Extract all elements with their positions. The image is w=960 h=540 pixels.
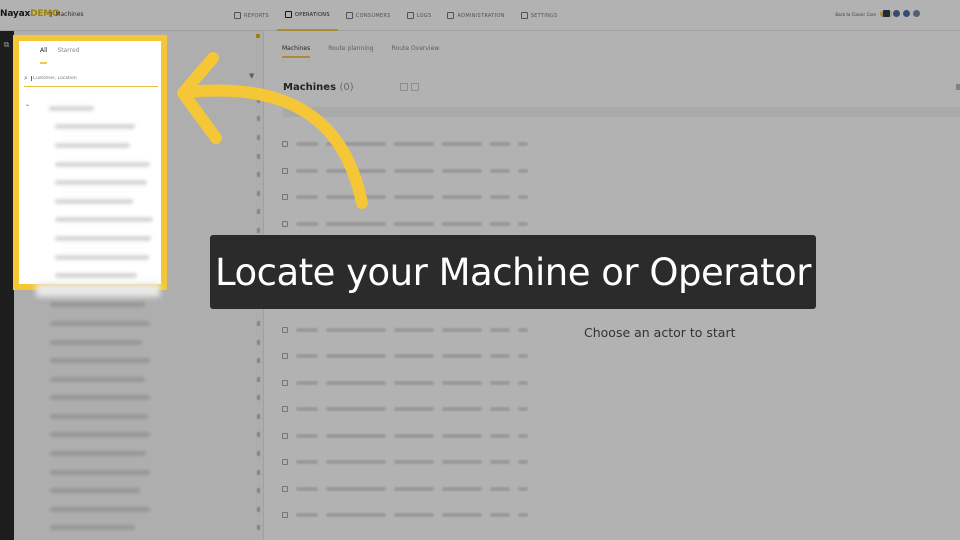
actor-list xyxy=(49,99,159,284)
list-item[interactable] xyxy=(49,99,159,118)
actor-tabs: All Starred xyxy=(40,47,80,64)
empty-state-message: Choose an actor to start xyxy=(584,325,736,340)
tab-starred[interactable]: Starred xyxy=(57,47,79,64)
list-item[interactable] xyxy=(49,173,159,192)
list-item[interactable] xyxy=(49,229,159,248)
list-item[interactable] xyxy=(49,248,159,267)
list-item[interactable] xyxy=(49,136,159,155)
tutorial-caption: Locate your Machine or Operator xyxy=(210,235,816,309)
search-icon: ⌕ xyxy=(24,74,28,82)
list-item[interactable] xyxy=(49,155,159,174)
chevron-down-icon[interactable]: ⌄ xyxy=(25,101,30,108)
list-item[interactable] xyxy=(49,211,159,230)
actor-search: ⌕ xyxy=(24,71,158,87)
search-input[interactable] xyxy=(30,76,141,81)
tab-all[interactable]: All xyxy=(40,47,48,64)
list-fade xyxy=(36,283,160,297)
list-item[interactable] xyxy=(49,118,159,137)
highlighted-search-panel: All Starred ⌕ ⌄ xyxy=(13,35,167,290)
list-item[interactable] xyxy=(49,192,159,211)
caption-text: Locate your Machine or Operator xyxy=(215,250,811,294)
